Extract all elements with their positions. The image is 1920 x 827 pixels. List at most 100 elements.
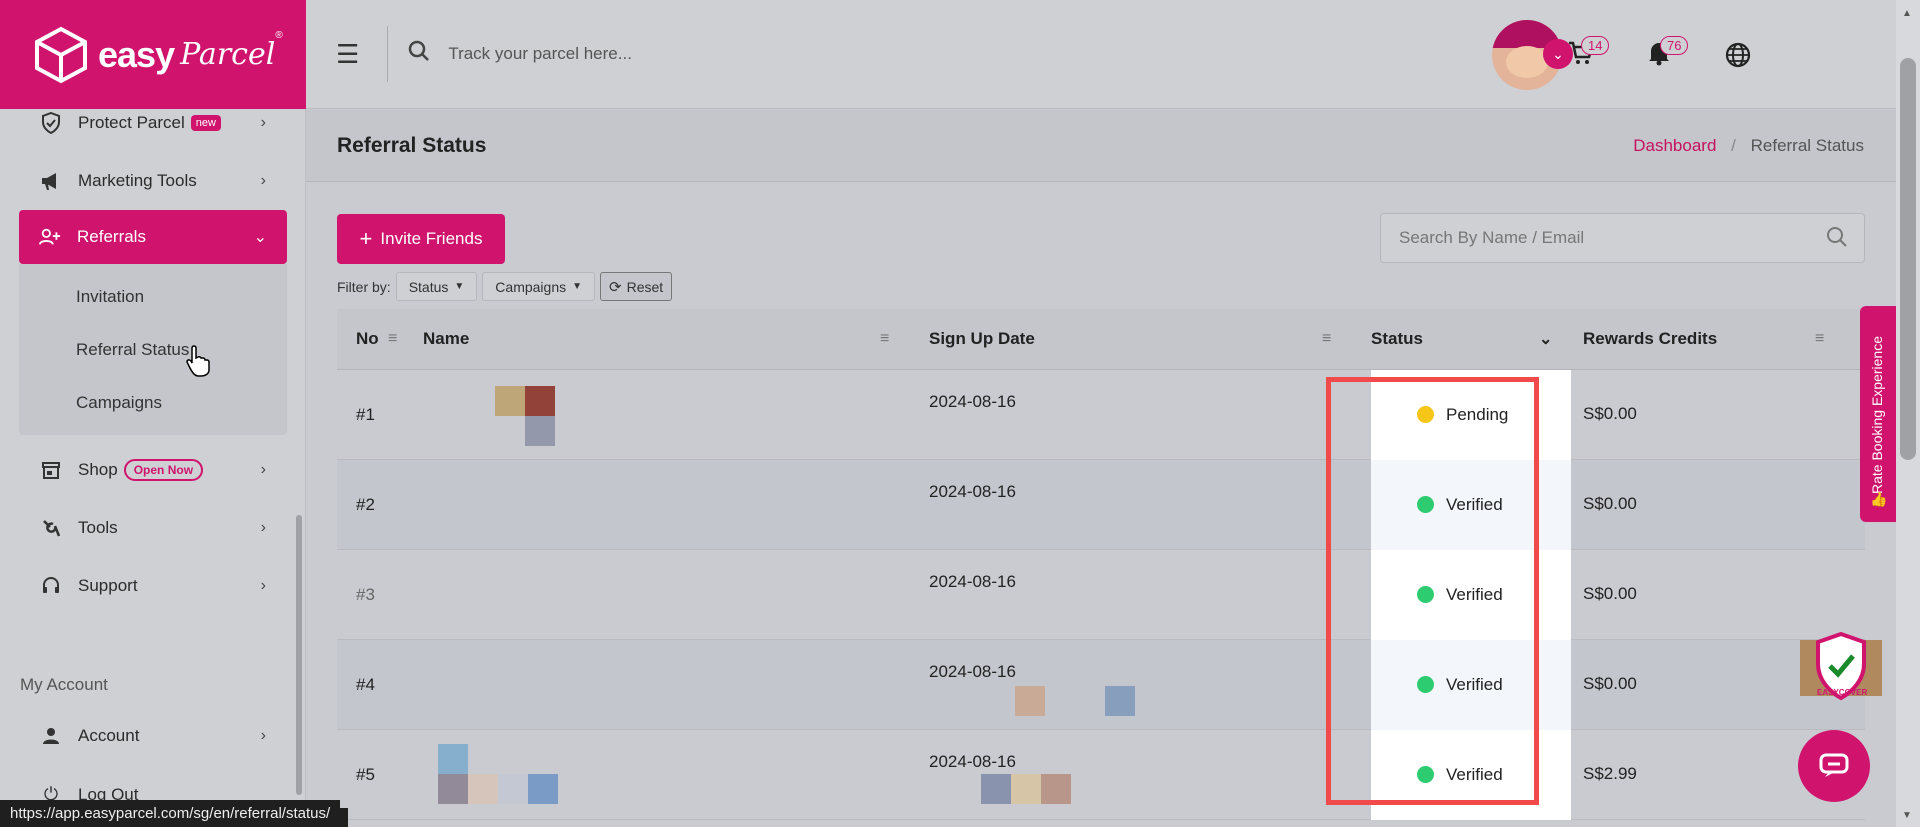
status-filter-dropdown[interactable]: Status ▼ — [395, 272, 478, 301]
breadcrumb-current: Referral Status — [1750, 136, 1864, 155]
sidebar-item-label: Shop — [78, 460, 118, 479]
campaigns-filter-dropdown[interactable]: Campaigns ▼ — [482, 272, 596, 301]
chevron-right-icon: › — [260, 172, 266, 189]
verified-dot-icon — [1417, 496, 1434, 513]
referrals-submenu: Invitation Referral Status Campaigns — [19, 264, 287, 435]
cart-count-badge: 14 — [1581, 36, 1610, 55]
reset-button[interactable]: ⟳ Reset — [600, 272, 673, 301]
sidebar-item-marketing-tools[interactable]: Marketing Tools › — [0, 152, 306, 210]
table-row[interactable]: #1 2024-08-16 Pending S$0.00 — [337, 369, 1865, 460]
campaigns-filter-label: Campaigns — [495, 278, 567, 295]
hand-cursor-icon — [186, 345, 210, 377]
page-title: Referral Status — [337, 134, 487, 157]
new-badge: new — [190, 115, 221, 131]
sort-icon[interactable]: ≡ — [388, 330, 397, 348]
easycover-badge[interactable]: EASYCOVER — [1800, 631, 1882, 702]
search-icon — [408, 40, 430, 68]
sidebar-item-tools[interactable]: Tools › — [0, 499, 306, 557]
users-plus-icon — [39, 226, 61, 248]
chevron-right-icon: › — [260, 519, 266, 536]
sort-icon[interactable]: ≡ — [1815, 330, 1824, 348]
my-account-section-label: My Account — [20, 675, 108, 694]
wrench-icon — [40, 517, 62, 539]
column-header-signup-date[interactable]: Sign Up Date ≡ — [929, 309, 1371, 370]
sidebar-item-label: Referrals — [77, 227, 146, 246]
sidebar-item-support[interactable]: Support › — [0, 557, 306, 615]
column-header-name[interactable]: Name ≡ — [423, 309, 929, 370]
name-cell-redacted — [423, 550, 929, 640]
sidebar-item-shop[interactable]: Shop Open Now › — [0, 441, 306, 499]
breadcrumb-dashboard-link[interactable]: Dashboard — [1633, 136, 1716, 155]
shield-icon — [40, 112, 62, 134]
sidebar-scrollbar[interactable] — [296, 515, 302, 795]
breadcrumb: Dashboard / Referral Status — [1633, 136, 1864, 156]
sidebar-item-logout[interactable]: ⏻ Log Out — [0, 765, 306, 805]
verified-dot-icon — [1417, 586, 1434, 603]
rewards-credits-cell: S$0.00 — [1583, 583, 1637, 603]
name-cell-redacted — [423, 730, 929, 820]
row-number: #4 — [356, 674, 375, 694]
sidebar-subitem-campaigns[interactable]: Campaigns — [19, 376, 287, 429]
pending-dot-icon — [1417, 406, 1434, 423]
chevron-down-icon[interactable]: ⌄ — [1543, 39, 1573, 69]
sidebar-item-label: Tools — [78, 518, 118, 537]
track-parcel-input[interactable] — [448, 44, 849, 64]
rate-booking-label: Rate Booking Experience — [1869, 336, 1885, 494]
name-cell-redacted — [423, 460, 929, 550]
filter-by-label: Filter by: — [337, 278, 391, 295]
chat-button[interactable] — [1798, 730, 1870, 802]
headset-icon — [40, 575, 62, 597]
sidebar-item-account[interactable]: Account › — [0, 707, 306, 765]
column-header-rewards-credits[interactable]: Rewards Credits ≡ — [1583, 309, 1865, 370]
hamburger-menu-icon[interactable]: ☰ — [336, 39, 359, 70]
sidebar-item-referrals[interactable]: Referrals ⌄ — [19, 210, 287, 264]
column-header-no[interactable]: No ≡ — [337, 309, 423, 370]
status-text: Verified — [1446, 764, 1503, 784]
search-icon[interactable] — [1826, 226, 1848, 254]
header-divider — [387, 26, 389, 82]
logo[interactable]: easy Parcel ® — [0, 0, 306, 109]
scroll-down-arrow-icon[interactable]: ▼ — [1902, 810, 1912, 821]
sort-icon[interactable]: ≡ — [880, 330, 889, 348]
status-filter-label: Status — [408, 278, 449, 295]
invite-friends-button[interactable]: + Invite Friends — [337, 214, 505, 264]
rate-booking-experience-tab[interactable]: Rate Booking Experience 👍 — [1860, 306, 1896, 522]
signup-date-cell: 2024-08-16 — [929, 640, 1371, 730]
status-text: Verified — [1446, 584, 1503, 604]
sort-icon[interactable]: ≡ — [1322, 330, 1331, 348]
chevron-down-icon[interactable]: ⌄ — [1539, 329, 1552, 349]
user-icon — [40, 725, 62, 747]
chevron-right-icon: › — [260, 461, 266, 478]
sidebar-subitem-invitation[interactable]: Invitation — [19, 270, 287, 323]
filter-row: Filter by: Status ▼ Campaigns ▼ ⟳ Reset — [337, 272, 673, 301]
name-cell-redacted — [423, 370, 929, 460]
status-text: Verified — [1446, 494, 1503, 514]
sidebar-item-label: Protect Parcel — [78, 113, 185, 132]
table-row[interactable]: #2 2024-08-16 Verified S$0.00 — [337, 459, 1865, 550]
open-now-badge: Open Now — [123, 459, 204, 481]
signup-date-cell: 2024-08-16 — [929, 391, 1016, 411]
table-row[interactable]: #5 2024-08-16 Verified S$2.99 — [337, 729, 1865, 820]
sidebar-subitem-referral-status[interactable]: Referral Status — [19, 323, 287, 376]
status-text: Verified — [1446, 674, 1503, 694]
status-bar-url: https://app.easyparcel.com/sg/en/referra… — [0, 800, 349, 827]
sidebar-item-label: Account — [78, 726, 140, 745]
reset-label: Reset — [626, 278, 664, 295]
row-number: #1 — [356, 404, 375, 424]
status-cell: Verified — [1371, 729, 1583, 820]
page-scrollbar[interactable]: ▲ ▼ — [1896, 0, 1920, 827]
name-cell-redacted — [423, 640, 929, 730]
thumbs-up-icon: 👍 — [1870, 491, 1888, 507]
status-cell: Pending — [1371, 369, 1583, 460]
box-logo-icon — [35, 26, 87, 83]
scroll-up-arrow-icon[interactable]: ▲ — [1902, 8, 1912, 19]
table-row[interactable]: #3 2024-08-16 Verified S$0.00 — [337, 549, 1865, 640]
table-row[interactable]: #4 2024-08-16 Verified S$0.00 — [337, 639, 1865, 730]
column-header-status[interactable]: Status ⌄ — [1371, 309, 1583, 370]
globe-icon[interactable] — [1725, 42, 1751, 75]
chevron-right-icon: › — [260, 577, 266, 594]
scrollbar-thumb[interactable] — [1900, 58, 1916, 460]
brand-parcel-text: Parcel — [180, 37, 276, 72]
chevron-right-icon: › — [260, 114, 266, 131]
search-name-email-input[interactable] — [1399, 228, 1799, 248]
